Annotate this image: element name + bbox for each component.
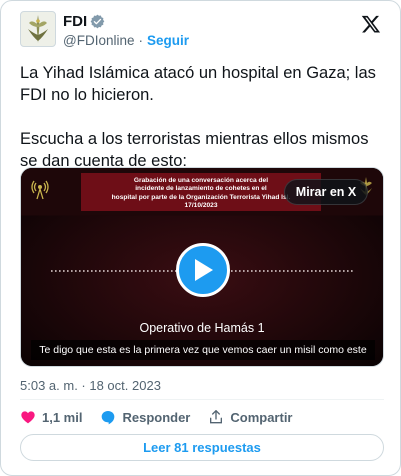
- waveform-dot: [331, 270, 333, 272]
- tweet-paragraph: Escucha a los terroristas mientras ellos…: [20, 130, 369, 170]
- video-subtitle: Te digo que esta es la primera vez que v…: [31, 340, 375, 360]
- banner-date: 17/10/2023: [184, 202, 218, 210]
- avatar[interactable]: [20, 11, 56, 47]
- waveform-dot: [55, 270, 57, 272]
- waveform-dot: [71, 270, 73, 272]
- like-count: 1,1 mil: [42, 409, 83, 425]
- tweet-card: FDI @FDIonline · Seguir La Yihad Islámic…: [0, 0, 401, 476]
- tweet-timestamp[interactable]: 5:03 a. m. · 18 oct. 2023: [20, 378, 161, 393]
- waveform-dot: [255, 270, 257, 272]
- reply-bubble-icon: [102, 411, 115, 425]
- like-button[interactable]: 1,1 mil: [20, 409, 82, 425]
- author-handle[interactable]: @FDIonline: [63, 33, 134, 48]
- waveform-dot: [51, 270, 53, 272]
- waveform-dot: [307, 270, 309, 272]
- waveform-dot: [59, 270, 61, 272]
- play-button[interactable]: [176, 243, 230, 297]
- waveform-dot: [159, 270, 161, 272]
- waveform-dot: [259, 270, 261, 272]
- speaker-label: Operativo de Hamás 1: [139, 321, 265, 335]
- share-label: Compartir: [230, 409, 293, 425]
- waveform-dot: [107, 270, 109, 272]
- waveform-dot: [135, 270, 137, 272]
- subtitle-text: Te digo que esta es la primera vez que v…: [39, 344, 367, 356]
- handle-separator: ·: [138, 33, 143, 48]
- waveform-dot: [283, 270, 285, 272]
- tweet-text: La Yihad Islámica atacó un hospital en G…: [20, 62, 384, 172]
- waveform-dot: [303, 270, 305, 272]
- x-logo-icon[interactable]: [361, 14, 381, 34]
- reply-button[interactable]: Responder: [100, 409, 190, 425]
- author-name-row: FDI: [63, 13, 105, 30]
- video-player[interactable]: Grabación de una conversación acerca del…: [20, 167, 384, 367]
- waveform-dot: [63, 270, 65, 272]
- waveform-dot: [295, 270, 297, 272]
- waveform-dot: [235, 270, 237, 272]
- read-replies-button[interactable]: Leer 81 respuestas: [20, 434, 384, 461]
- waveform-dot: [127, 270, 129, 272]
- waveform-dot: [267, 270, 269, 272]
- waveform-dot: [287, 270, 289, 272]
- waveform-dot: [339, 270, 341, 272]
- waveform-dot: [91, 270, 93, 272]
- waveform-dot: [171, 270, 173, 272]
- waveform-dot: [67, 270, 69, 272]
- waveform-dot: [251, 270, 253, 272]
- waveform-dot: [323, 270, 325, 272]
- verified-badge-icon: [90, 14, 105, 29]
- waveform-dot: [95, 270, 97, 272]
- author-handle-row: @FDIonline · Seguir: [63, 33, 189, 48]
- waveform-dot: [83, 270, 85, 272]
- waveform-dot: [123, 270, 125, 272]
- waveform-dot: [263, 270, 265, 272]
- waveform-dot: [167, 270, 169, 272]
- radio-waves-icon: [31, 180, 49, 200]
- waveform-dot: [335, 270, 337, 272]
- share-upload-icon: [210, 410, 223, 424]
- waveform-dot: [115, 270, 117, 272]
- waveform-dot: [163, 270, 165, 272]
- waveform-dot: [351, 270, 353, 272]
- waveform-dot: [247, 270, 249, 272]
- waveform-dot: [231, 270, 233, 272]
- waveform-dot: [243, 270, 245, 272]
- waveform-dot: [299, 270, 301, 272]
- waveform-dot: [131, 270, 133, 272]
- waveform-dot: [79, 270, 81, 272]
- divider: [20, 399, 384, 400]
- waveform-dot: [311, 270, 313, 272]
- waveform-dot: [347, 270, 349, 272]
- idf-emblem-icon: [28, 15, 48, 43]
- waveform-dot: [151, 270, 153, 272]
- waveform-dot: [75, 270, 77, 272]
- watch-on-x-button[interactable]: Mirar en X: [284, 179, 368, 205]
- waveform-dot: [275, 270, 277, 272]
- author-name[interactable]: FDI: [63, 13, 87, 30]
- waveform-dot: [155, 270, 157, 272]
- waveform-dot: [319, 270, 321, 272]
- waveform-dot: [343, 270, 345, 272]
- action-bar: 1,1 mil Responder Compartir: [20, 409, 311, 425]
- waveform-dot: [111, 270, 113, 272]
- waveform-dot: [279, 270, 281, 272]
- waveform-dot: [143, 270, 145, 272]
- waveform-dot: [271, 270, 273, 272]
- waveform-dot: [147, 270, 149, 272]
- waveform-dot: [99, 270, 101, 272]
- waveform-dot: [239, 270, 241, 272]
- share-button[interactable]: Compartir: [208, 409, 293, 425]
- waveform-dot: [291, 270, 293, 272]
- read-replies-label: Leer 81 respuestas: [143, 440, 261, 455]
- play-icon: [195, 259, 213, 281]
- follow-button[interactable]: Seguir: [147, 33, 189, 48]
- waveform-dot: [139, 270, 141, 272]
- reply-label: Responder: [122, 409, 191, 425]
- heart-icon: [21, 411, 35, 424]
- tweet-paragraph: La Yihad Islámica atacó un hospital en G…: [20, 64, 376, 104]
- waveform-dot: [119, 270, 121, 272]
- waveform-dot: [103, 270, 105, 272]
- waveform-dot: [327, 270, 329, 272]
- waveform-dot: [315, 270, 317, 272]
- waveform-dot: [87, 270, 89, 272]
